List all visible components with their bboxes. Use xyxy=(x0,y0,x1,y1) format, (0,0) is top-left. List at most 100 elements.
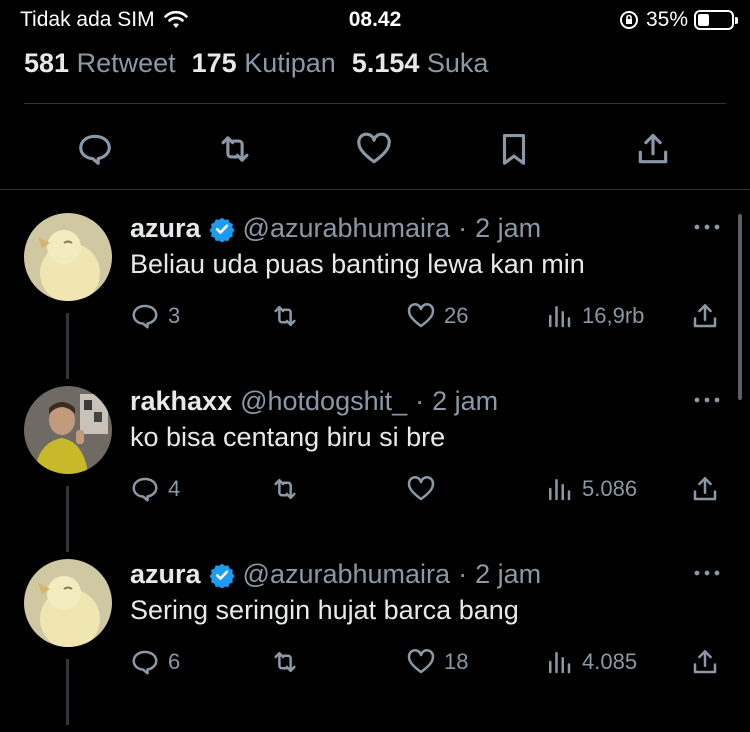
timestamp[interactable]: 2 jam xyxy=(475,213,541,244)
divider xyxy=(0,189,750,190)
bookmark-button[interactable] xyxy=(489,124,539,174)
views-button[interactable]: 5.086 xyxy=(544,474,637,504)
like-button[interactable] xyxy=(349,124,399,174)
reply-button[interactable]: 6 xyxy=(130,647,180,677)
stat-count: 5.154 xyxy=(351,48,420,78)
stat-retweets[interactable]: 581 Retweet xyxy=(24,48,176,79)
view-count: 16,9rb xyxy=(582,303,645,328)
stat-label: Retweet xyxy=(76,48,176,78)
share-button[interactable] xyxy=(690,647,720,677)
reply-metrics: 6 18 4.085 xyxy=(130,647,730,681)
separator-dot: · xyxy=(415,386,425,416)
reply-count: 6 xyxy=(168,649,181,674)
more-options-icon[interactable] xyxy=(692,392,722,408)
separator-dot: · xyxy=(458,559,468,589)
thread-line xyxy=(66,486,69,552)
share-icon xyxy=(638,133,668,164)
orientation-lock-icon xyxy=(619,11,638,29)
stat-likes[interactable]: 5.154 Suka xyxy=(352,48,489,79)
separator-dot: · xyxy=(458,213,468,243)
share-icon xyxy=(693,477,717,501)
reply-header: azura @azurabhumaira · 2 jam xyxy=(130,213,541,244)
like-button[interactable]: 18 xyxy=(406,647,468,677)
retweet-button[interactable] xyxy=(210,124,260,174)
reply-metrics: 4 5.086 xyxy=(130,474,730,508)
retweet-button[interactable] xyxy=(270,474,308,504)
divider xyxy=(24,103,726,104)
reply-icon xyxy=(132,477,158,502)
verified-badge-icon xyxy=(208,563,235,588)
stat-quotes[interactable]: 175 Kutipan xyxy=(192,48,336,79)
reply-header: azura @azurabhumaira · 2 jam xyxy=(130,559,541,590)
reply-metrics: 3 26 16,9rb xyxy=(130,301,730,335)
thread-line xyxy=(66,313,69,379)
more-options-icon[interactable] xyxy=(692,565,722,581)
display-name[interactable]: azura xyxy=(130,213,201,244)
verified-badge-icon xyxy=(208,217,235,242)
username[interactable]: @azurabhumaira xyxy=(243,559,451,590)
retweet-icon xyxy=(274,479,296,499)
username[interactable]: @hotdogshit_ xyxy=(240,386,407,417)
like-button[interactable] xyxy=(406,474,444,504)
bookmark-icon xyxy=(502,133,526,165)
like-button[interactable]: 26 xyxy=(406,301,468,331)
reply-text: Sering seringin hujat barca bang xyxy=(130,595,519,625)
share-icon xyxy=(693,650,717,674)
retweet-icon xyxy=(221,136,249,162)
reply-header: rakhaxx @hotdogshit_ · 2 jam xyxy=(130,386,498,417)
thread-line xyxy=(66,659,69,725)
battery-icon xyxy=(694,10,738,30)
reply-icon xyxy=(132,304,158,329)
retweet-icon xyxy=(274,306,296,326)
view-count: 4.085 xyxy=(582,649,638,674)
status-bar: Tidak ada SIM 08.42 35% xyxy=(0,0,750,42)
avatar[interactable] xyxy=(24,386,112,474)
stat-count: 581 xyxy=(24,48,70,78)
heart-icon xyxy=(407,476,435,501)
reply-icon xyxy=(132,650,158,675)
reply-text: Beliau uda puas banting lewa kan min xyxy=(130,249,585,279)
view-count: 5.086 xyxy=(582,476,638,501)
more-options-icon[interactable] xyxy=(692,219,722,235)
reply-count: 3 xyxy=(168,303,181,328)
tweet-action-bar xyxy=(0,124,750,174)
username[interactable]: @azurabhumaira xyxy=(243,213,451,244)
share-button[interactable] xyxy=(628,124,678,174)
status-right: 35% xyxy=(618,8,738,32)
reply-icon xyxy=(79,134,111,165)
share-button[interactable] xyxy=(690,474,720,504)
reply-tweet[interactable]: rakhaxx @hotdogshit_ · 2 jam ko bisa cen… xyxy=(0,386,750,559)
views-icon xyxy=(549,652,571,674)
reply-text: ko bisa centang biru si bre xyxy=(130,422,446,452)
views-button[interactable]: 16,9rb xyxy=(544,301,644,331)
reply-count: 4 xyxy=(168,476,181,501)
reply-button[interactable]: 4 xyxy=(130,474,180,504)
timestamp[interactable]: 2 jam xyxy=(475,559,541,590)
avatar[interactable] xyxy=(24,213,112,301)
heart-icon xyxy=(357,132,391,164)
heart-icon xyxy=(407,303,435,328)
stat-count: 175 xyxy=(191,48,237,78)
retweet-button[interactable] xyxy=(270,301,308,331)
display-name[interactable]: azura xyxy=(130,559,201,590)
avatar[interactable] xyxy=(24,559,112,647)
share-icon xyxy=(693,304,717,328)
reply-tweet[interactable]: azura @azurabhumaira · 2 jam Beliau uda … xyxy=(0,213,750,386)
views-button[interactable]: 4.085 xyxy=(544,647,637,677)
timestamp[interactable]: 2 jam xyxy=(432,386,498,417)
scrollbar[interactable] xyxy=(738,214,742,400)
stat-label: Kutipan xyxy=(244,48,336,78)
reply-tweet[interactable]: azura @azurabhumaira · 2 jam Sering seri… xyxy=(0,559,750,732)
like-count: 26 xyxy=(444,303,469,328)
reply-button[interactable] xyxy=(70,124,120,174)
display-name[interactable]: rakhaxx xyxy=(130,386,232,417)
share-button[interactable] xyxy=(690,301,720,331)
stat-label: Suka xyxy=(426,48,489,78)
like-count: 18 xyxy=(444,649,469,674)
heart-icon xyxy=(407,649,435,674)
reply-button[interactable]: 3 xyxy=(130,301,180,331)
retweet-button[interactable] xyxy=(270,647,308,677)
battery-percent: 35% xyxy=(645,8,688,31)
views-icon xyxy=(549,479,571,501)
views-icon xyxy=(549,306,571,328)
